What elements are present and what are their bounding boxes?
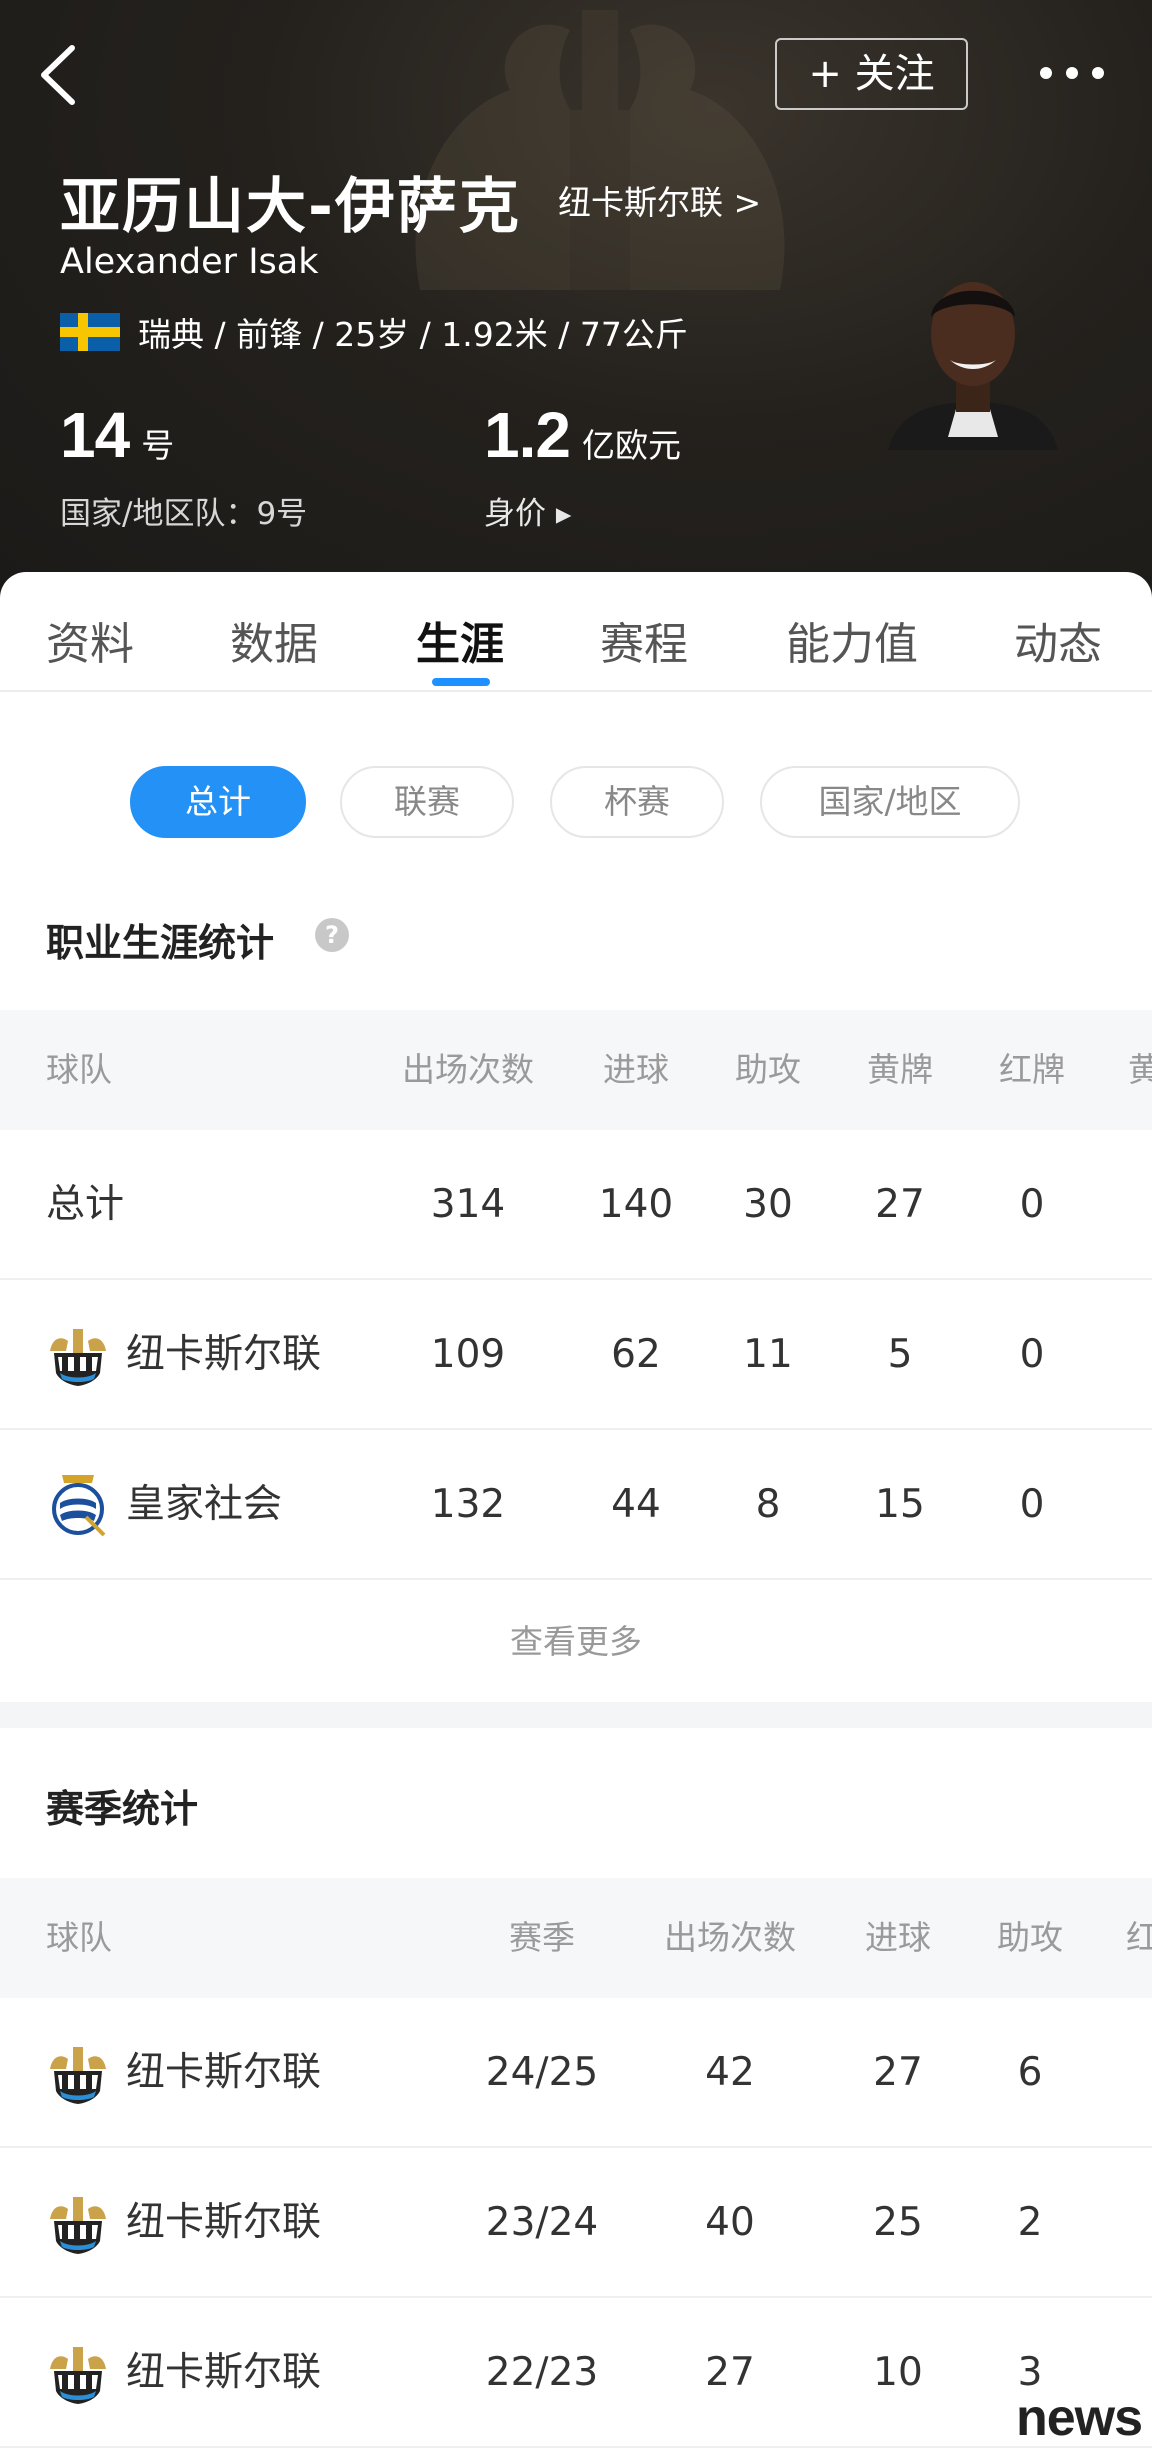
player-name-en: Alexander Isak	[60, 242, 319, 282]
career-table-header: 球队 出场次数 进球 助攻 黄牌 红牌 黄	[0, 1010, 1152, 1130]
col-assists: 助攻	[997, 1918, 1063, 1957]
col-apps: 出场次数	[664, 1918, 796, 1957]
season-table-header: 球队 赛季 出场次数 进球 助攻 红	[0, 1878, 1152, 1998]
col-season: 赛季	[509, 1918, 575, 1957]
season-stats-title: 赛季统计	[46, 1787, 199, 1831]
tab-bar: 资料 数据 生涯 赛程 能力值 动态	[0, 572, 1152, 692]
filter-total[interactable]: 总计	[130, 766, 306, 838]
filter-cup[interactable]: 杯赛	[550, 766, 724, 838]
more-options-button[interactable]	[1040, 58, 1120, 88]
tab-schedule[interactable]: 赛程	[600, 608, 688, 672]
question-circle-icon[interactable]: ?	[315, 918, 349, 952]
team-name: 纽卡斯尔联	[126, 2200, 322, 2245]
content-sheet: 资料 数据 生涯 赛程 能力值 动态 总计 联赛 杯赛 国家/地区 职业生涯统计…	[0, 572, 1152, 2451]
more-dots-icon	[1040, 67, 1052, 79]
table-row[interactable]: 纽卡斯尔联 23/24 40 25 2	[0, 2148, 1152, 2298]
market-value: 1.2 亿欧元	[484, 399, 681, 471]
follow-button[interactable]: + 关注	[775, 38, 968, 110]
section-divider	[0, 1702, 1152, 1728]
col-assists: 助攻	[735, 1050, 801, 1089]
newcastle-crest-icon	[50, 2047, 106, 2104]
tab-ability[interactable]: 能力值	[786, 608, 918, 672]
table-row[interactable]: 总计 314 140 30 27 0	[0, 1130, 1152, 1280]
tab-data[interactable]: 数据	[230, 608, 318, 672]
filter-league[interactable]: 联赛	[340, 766, 514, 838]
player-name-cn: 亚历山大-伊萨克	[60, 172, 521, 242]
col-yellow-red: 黄	[1128, 1050, 1152, 1089]
market-value-link[interactable]: 身价 ▸	[484, 488, 571, 533]
table-row[interactable]: 纽卡斯尔联 22/23 27 10 3	[0, 2298, 1152, 2448]
col-red: 红牌	[999, 1050, 1065, 1089]
career-stats-title: 职业生涯统计	[46, 921, 275, 965]
player-avatar	[888, 282, 1058, 450]
team-name: 总计	[46, 1182, 125, 1227]
tab-news[interactable]: 动态	[1014, 608, 1102, 672]
club-crest-background	[415, 10, 785, 290]
shirt-number: 14 号	[60, 399, 175, 471]
tab-career[interactable]: 生涯	[416, 608, 504, 672]
back-button[interactable]	[30, 40, 90, 110]
newcastle-crest-icon	[50, 1329, 106, 1386]
table-row[interactable]: 纽卡斯尔联 109 62 11 5 0	[0, 1280, 1152, 1430]
chevron-left-icon	[41, 45, 75, 105]
newcastle-crest-icon	[50, 2197, 106, 2254]
club-link[interactable]: 纽卡斯尔联 >	[558, 176, 761, 224]
team-name: 纽卡斯尔联	[126, 2350, 322, 2395]
table-row[interactable]: 皇家社会 132 44 8 15 0	[0, 1430, 1152, 1580]
watermark: news	[1016, 2389, 1143, 2447]
player-info-row: 瑞典 / 前锋 / 25岁 / 1.92米 / 77公斤	[60, 310, 688, 354]
team-name: 纽卡斯尔联	[126, 2050, 322, 2095]
team-name: 皇家社会	[126, 1482, 283, 1527]
national-team-number: 国家/地区队：9号	[60, 496, 308, 532]
sweden-flag-icon	[60, 313, 120, 351]
col-goals: 进球	[603, 1050, 669, 1089]
player-info: 瑞典 / 前锋 / 25岁 / 1.92米 / 77公斤	[138, 315, 688, 354]
col-apps: 出场次数	[402, 1050, 534, 1089]
col-team: 球队	[46, 1050, 112, 1089]
view-more-link[interactable]: 查看更多	[0, 1582, 1152, 1702]
col-yellow: 黄牌	[867, 1050, 933, 1089]
team-name: 纽卡斯尔联	[126, 1332, 322, 1377]
real-sociedad-crest-icon	[52, 1475, 106, 1537]
col-team: 球队	[46, 1918, 112, 1957]
player-header: + 关注 亚历山大-伊萨克 纽卡斯尔联 > Alexander Isak 瑞典 …	[0, 0, 1152, 600]
newcastle-crest-icon	[50, 2347, 106, 2404]
filter-national[interactable]: 国家/地区	[760, 766, 1020, 838]
active-tab-indicator	[432, 678, 490, 686]
table-row[interactable]: 纽卡斯尔联 24/25 42 27 6	[0, 1998, 1152, 2148]
col-goals: 进球	[865, 1918, 931, 1957]
col-red: 红	[1126, 1918, 1152, 1957]
tab-profile[interactable]: 资料	[46, 608, 134, 672]
